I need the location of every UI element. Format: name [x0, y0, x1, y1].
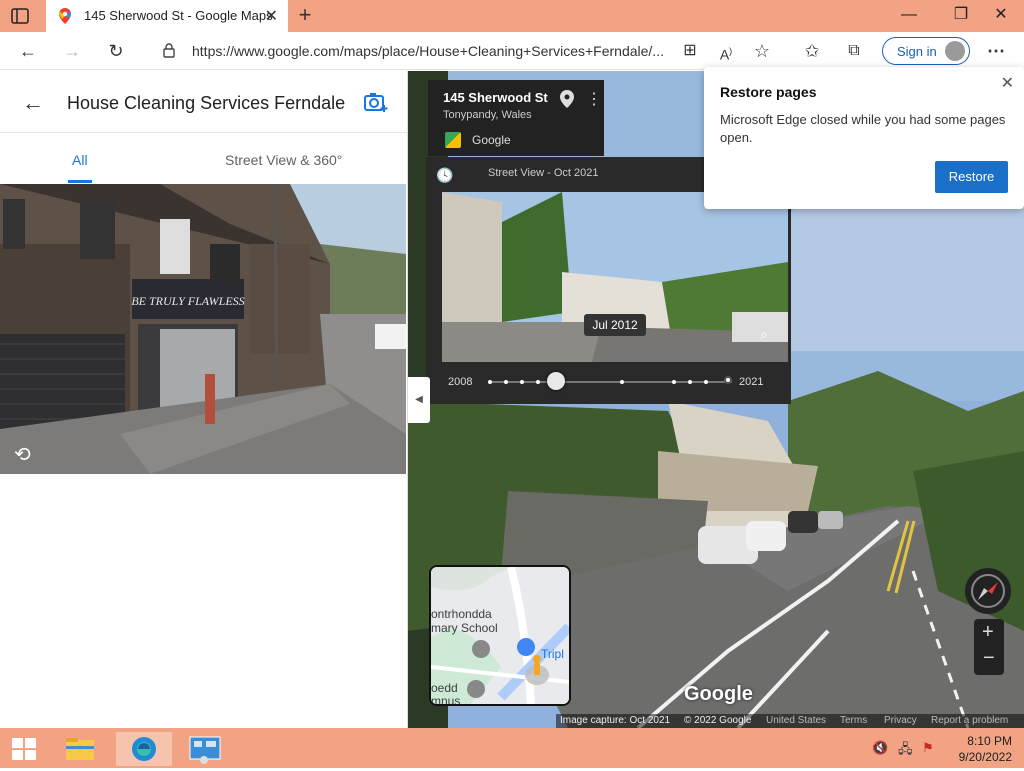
tab-all[interactable]: All — [72, 152, 88, 168]
close-dialog-icon[interactable]: ✕ — [1001, 73, 1014, 93]
history-icon[interactable]: 🕓 — [436, 167, 453, 184]
app-available-icon[interactable]: ⊞ — [678, 39, 702, 63]
volume-muted-icon[interactable]: 🔇 — [872, 740, 888, 756]
favorites-icon[interactable]: ✩ — [800, 39, 824, 63]
close-window-button[interactable]: ✕ — [978, 0, 1024, 32]
timeline-dot[interactable] — [688, 380, 692, 384]
shop-sign-text: BE TRULY FLAWLESS — [131, 294, 244, 308]
url-box[interactable]: https://www.google.com/maps/place/House+… — [148, 36, 674, 66]
google-maps-icon — [58, 8, 72, 24]
compass-button[interactable] — [965, 568, 1011, 614]
selected-date-tooltip: Jul 2012 — [584, 314, 646, 336]
zoom-in-button[interactable]: + — [982, 621, 994, 644]
timeline-dot[interactable] — [536, 380, 540, 384]
address-title: 145 Sherwood St — [443, 90, 548, 105]
file-explorer-icon[interactable] — [60, 732, 100, 766]
start-button[interactable] — [4, 732, 44, 766]
source-label: Google — [472, 133, 511, 147]
forward-icon[interactable]: → — [60, 39, 84, 63]
lock-icon[interactable] — [162, 42, 176, 63]
photo-tabs: All Street View & 360° — [0, 133, 408, 185]
timeline-dot[interactable] — [504, 380, 508, 384]
edge-taskbar-icon[interactable] — [116, 732, 172, 766]
tab-title: 145 Sherwood St - Google Maps — [84, 8, 273, 23]
timeline-dot[interactable] — [488, 380, 492, 384]
sign-in-button[interactable]: Sign in — [882, 37, 970, 65]
tab-street-view[interactable]: Street View & 360° — [225, 152, 342, 168]
restore-pages-dialog: Restore pages ✕ Microsoft Edge closed wh… — [704, 67, 1024, 209]
collapse-panel-button[interactable]: ◀ — [408, 377, 430, 423]
windows-icon — [12, 738, 36, 760]
avatar — [945, 41, 965, 61]
timeline-dot[interactable] — [520, 380, 524, 384]
country-link[interactable]: United States — [766, 715, 826, 726]
network-icon[interactable]: 🖧 — [898, 740, 913, 762]
refresh-icon[interactable]: ↻ — [104, 39, 128, 63]
compass-icon — [971, 574, 1005, 608]
historic-preview-image[interactable]: ⌕ — [442, 192, 788, 362]
new-tab-button[interactable]: + — [292, 3, 318, 29]
clock-date: 9/20/2022 — [958, 750, 1012, 764]
add-favorite-icon[interactable]: ☆ — [750, 39, 774, 63]
more-options-icon[interactable]: ⋮ — [586, 89, 602, 109]
timeline-dot[interactable] — [672, 380, 676, 384]
timeline-dot[interactable] — [704, 380, 708, 384]
mini-map[interactable]: ontrhondda mary School Tripl oedd mnus — [429, 565, 571, 706]
rotate-360-icon[interactable]: ⟲ — [14, 442, 31, 467]
browser-tab[interactable]: 145 Sherwood St - Google Maps ✕ — [46, 0, 288, 32]
google-maps-logo-icon — [445, 132, 461, 148]
zoom-out-button[interactable]: − — [983, 647, 995, 670]
add-photo-icon[interactable] — [364, 91, 388, 118]
timeline-dot[interactable] — [620, 380, 624, 384]
more-menu-icon[interactable]: ⋯ — [984, 39, 1008, 63]
timeline-label: Street View - Oct 2021 — [488, 167, 599, 179]
zoom-controls: + − — [974, 619, 1004, 675]
url-text[interactable]: https://www.google.com/maps/place/House+… — [192, 43, 664, 59]
terms-link[interactable]: Terms — [840, 715, 867, 726]
year-end: 2021 — [739, 376, 764, 388]
taskbar: 🔇 🖧 ⚑ 8:10 PM 9/20/2022 — [0, 728, 1024, 768]
minimize-button[interactable]: — — [886, 0, 932, 32]
map-label-bottom-1: oedd — [431, 681, 458, 695]
timeline-current-dot[interactable] — [724, 376, 732, 384]
privacy-link[interactable]: Privacy — [884, 715, 917, 726]
back-icon[interactable]: ← — [16, 39, 40, 63]
map-label-school-2: mary School — [431, 621, 498, 635]
map-label-bottom-2: mnus — [431, 694, 461, 706]
title-bar: 145 Sherwood St - Google Maps ✕ + — ❐ ✕ — [0, 0, 1024, 32]
address-bar-row: ← → ↻ https://www.google.com/maps/place/… — [0, 32, 1024, 70]
panel-header: ← House Cleaning Services Ferndale — [0, 71, 408, 133]
location-info-card: 145 Sherwood St Tonypandy, Wales ⋮ Googl… — [428, 80, 604, 156]
zoom-in-image-icon[interactable]: ⌕ — [760, 326, 768, 343]
control-panel-icon[interactable] — [182, 732, 232, 766]
pin-icon[interactable] — [560, 90, 574, 113]
page-title: House Cleaning Services Ferndale — [67, 93, 346, 113]
dialog-title: Restore pages — [720, 84, 817, 100]
close-tab-icon[interactable]: ✕ — [265, 6, 278, 26]
timeline-dots — [488, 376, 732, 386]
read-aloud-icon[interactable]: A) — [714, 39, 738, 63]
map-footer: Image capture: Oct 2021 © 2022 Google Un… — [556, 714, 1024, 728]
sign-in-label: Sign in — [897, 44, 937, 59]
active-tab-indicator — [68, 180, 92, 183]
google-logo: Google — [684, 683, 753, 705]
image-capture-text: Image capture: Oct 2021 — [560, 715, 671, 726]
collections-icon[interactable]: ⧉ — [842, 39, 866, 63]
dialog-message: Microsoft Edge closed while you had some… — [720, 112, 1006, 145]
map-label-trip: Tripl — [541, 647, 564, 661]
restore-button[interactable]: Restore — [935, 161, 1008, 193]
timeline-slider-handle[interactable] — [547, 372, 566, 390]
map-label-school-1: ontrhondda — [431, 607, 492, 621]
clock-time: 8:10 PM — [967, 734, 1012, 748]
place-panel: ← House Cleaning Services Ferndale All S… — [0, 71, 408, 728]
system-clock[interactable]: 8:10 PM 9/20/2022 — [959, 733, 1012, 765]
report-problem-link[interactable]: Report a problem — [931, 715, 1008, 726]
copyright-text: © 2022 Google — [684, 715, 752, 726]
year-start: 2008 — [448, 376, 473, 388]
street-view-thumbnail[interactable]: BE TRULY FLAWLESS ⟲ — [0, 184, 406, 474]
locality-text: Tonypandy, Wales — [443, 109, 532, 121]
notification-flag-icon[interactable]: ⚑ — [922, 740, 934, 756]
back-arrow-icon[interactable]: ← — [22, 90, 44, 116]
tab-actions-icon[interactable] — [10, 6, 30, 26]
